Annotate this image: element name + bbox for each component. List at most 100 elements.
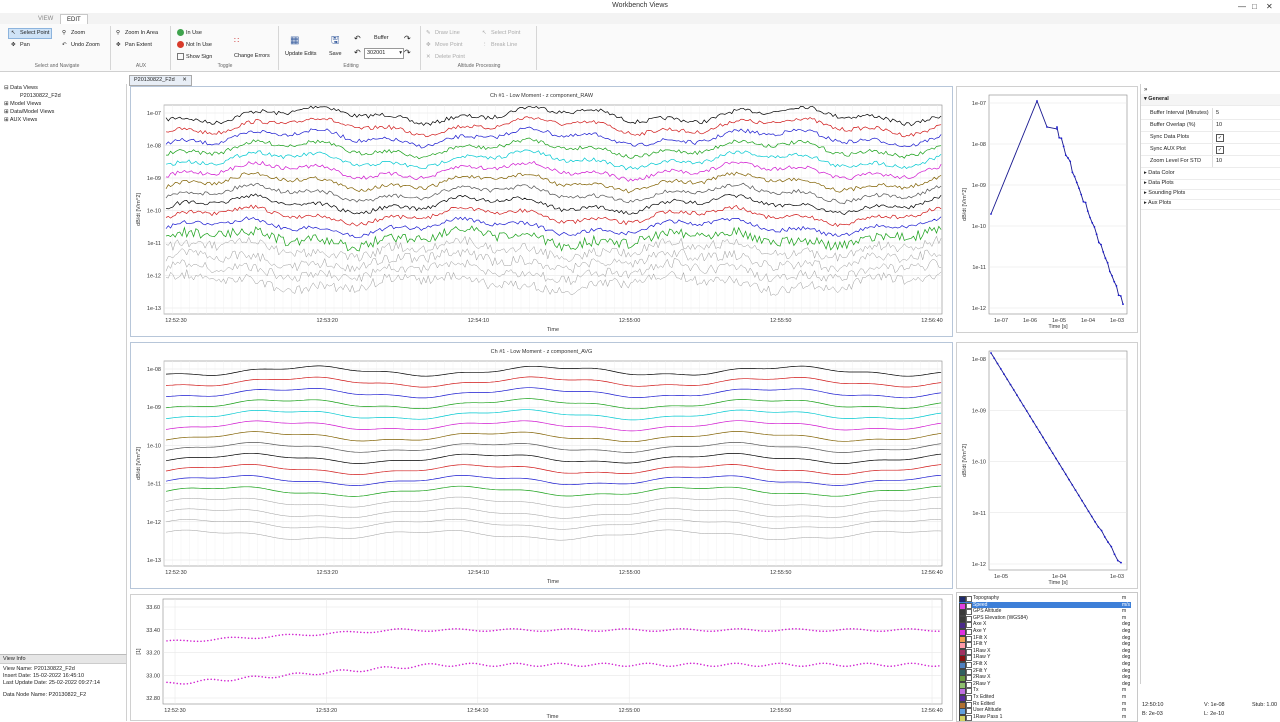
aux-point [931, 665, 933, 668]
property-buffer-interval[interactable]: Buffer Interval (Minutes) 5 [1141, 108, 1280, 120]
aux-chart[interactable]: Time [1] 33.60 33.40 33.20 33.00 32.80 12:52:30… [131, 595, 952, 720]
property-buffer-overlap[interactable]: Buffer Overlap (%) 10 [1141, 120, 1280, 132]
aux-point [693, 628, 695, 631]
aux-point [434, 663, 437, 665]
legend-item[interactable]: GPS Altitude m [959, 608, 1131, 617]
show-sign-checkbox[interactable]: Show Sign [177, 53, 212, 62]
legend-item[interactable]: 1Filt Y deg [959, 641, 1131, 650]
legend-item[interactable]: GPS Elevation (WGS84) m [959, 615, 1131, 623]
aux-point [489, 665, 491, 667]
pan-extent-button[interactable]: ✥ Pan Extent [116, 41, 152, 50]
tree-item-view[interactable]: P20130822_F2d [20, 93, 61, 99]
decay-avg-chart[interactable]: Time [s] dB/dt [V/m^2] 1e-08 1e-09 1e-10 1e-1… [957, 343, 1137, 588]
property-group-aux-plots[interactable]: ▸ Aux Plots [1141, 198, 1280, 210]
draw-line-button[interactable]: ✎ Draw Line [426, 29, 460, 38]
tree-item-aux-views[interactable]: ⊞ AUX Views [4, 117, 37, 123]
legend-item[interactable]: 2Filt Y deg [959, 667, 1131, 676]
aux-point [526, 664, 529, 666]
decay-point [1064, 473, 1067, 476]
move-point-button[interactable]: ✥ Move Point [426, 41, 463, 50]
in-use-button[interactable]: In Use [177, 29, 202, 38]
close-icon[interactable]: ✕ [182, 77, 187, 83]
aux-point [366, 631, 369, 634]
legend-item[interactable]: 1Raw Pass 1 m [959, 714, 1131, 721]
avg-chart[interactable]: Ch #1 - Low Moment - z component_AVG Time… [131, 343, 952, 588]
legend-item[interactable]: Tx Edited m [959, 694, 1131, 702]
aux-point [584, 665, 586, 667]
minimize-icon[interactable]: — [1238, 2, 1246, 11]
not-in-use-button[interactable]: Not In Use [177, 41, 212, 50]
pan-button[interactable]: ✥ Pan [11, 41, 30, 50]
save-button[interactable]: Save [329, 50, 342, 59]
raw-chart[interactable]: Ch #1 - Low Moment - z component_RAW Time… [131, 87, 952, 336]
aux-point [594, 630, 597, 632]
aux-point [836, 629, 838, 631]
aux-point [567, 628, 569, 630]
tree-item-model-views[interactable]: ⊞ Model Views [4, 101, 41, 107]
change-errors-button[interactable]: Change Errors [234, 52, 270, 61]
legend-item[interactable]: 1Raw X deg [959, 648, 1131, 656]
property-sync-data-plots[interactable]: Sync Data Plots ✓ [1141, 132, 1280, 144]
x-tick-label: 12:52:30 [165, 318, 186, 324]
view-info-row: Data Node Name: P20130822_F2 [3, 692, 87, 698]
property-zoom-level[interactable]: Zoom Level For STD 10 [1141, 156, 1280, 168]
legend-item[interactable]: 1Raw Y deg [959, 654, 1131, 663]
collapse-icon[interactable]: » [1144, 87, 1147, 93]
legend-item[interactable]: Axe Y deg [959, 628, 1131, 636]
legend-item[interactable]: 2Filt X deg [959, 661, 1131, 669]
tree-item-data-views[interactable]: ⊟ Data Views [4, 85, 38, 91]
update-edits-button[interactable]: Update Edits [285, 50, 317, 59]
undo-zoom-button[interactable]: ↶ Undo Zoom [62, 41, 100, 50]
aux-point [819, 662, 821, 665]
altitude-select-point-button[interactable]: ↖ Select Point [482, 29, 520, 38]
tree-item-data-model-views[interactable]: ⊞ Data/Model Views [4, 109, 54, 115]
delete-point-button[interactable]: ✕ Delete Point [426, 53, 465, 62]
checkbox-checked[interactable]: ✓ [1216, 146, 1224, 154]
aux-point [659, 664, 661, 666]
aux-point [870, 629, 872, 632]
legend-item[interactable]: 2Raw Y deg [959, 681, 1131, 689]
legend-item[interactable]: Tx m [959, 687, 1131, 696]
legend-item[interactable]: User Altitude m [959, 707, 1131, 716]
buffer-select[interactable]: 302001 ▾ [364, 48, 404, 59]
aux-point [621, 665, 624, 667]
buffer-next-icon[interactable]: ↷ [404, 34, 411, 43]
buffer-back-icon[interactable]: ↶ [354, 48, 361, 57]
aux-point [822, 630, 824, 632]
decay-point [1103, 536, 1106, 538]
buffer-forward-icon[interactable]: ↷ [404, 48, 411, 57]
zoom-button[interactable]: ⚲ Zoom [62, 29, 85, 38]
legend-item[interactable]: Rx Edited m [959, 701, 1131, 709]
decay-raw-chart[interactable]: Time [s] dB/dt [V/m^2] 1e-07 1e-08 1e-09 1e-1… [957, 87, 1137, 332]
property-sync-aux-plot[interactable]: Sync AUX Plot ✓ [1141, 144, 1280, 156]
aux-point [305, 634, 308, 637]
select-point-button[interactable]: ↖ Select Point [8, 28, 53, 39]
aux-point [241, 636, 243, 639]
status-l: L: 2e-10 [1204, 711, 1225, 717]
aux-point [247, 637, 250, 639]
legend-item[interactable]: 2Raw X deg [959, 674, 1131, 683]
zoom-in-area-button[interactable]: ⚲ Zoom In Area [116, 29, 158, 38]
document-tab[interactable]: P20130822_F2d ✕ [129, 75, 192, 86]
decay-point [1087, 510, 1090, 513]
properties-section[interactable]: ▾ General [1141, 94, 1280, 106]
maximize-icon[interactable]: □ [1252, 2, 1257, 11]
legend-item[interactable]: Speed m/s [959, 601, 1131, 610]
legend-unit: deg [1122, 667, 1131, 674]
legend-item[interactable]: 1Filt X deg [959, 634, 1131, 643]
buffer-prev-icon[interactable]: ↶ [354, 34, 361, 43]
aux-point [363, 670, 365, 673]
aux-point [771, 663, 773, 665]
legend-label: 1Filt X [973, 634, 988, 641]
checkbox-checked[interactable]: ✓ [1216, 134, 1224, 142]
legend-item[interactable]: Topography m [959, 595, 1131, 603]
tab-view[interactable]: VIEW [32, 14, 59, 24]
aux-point [179, 683, 182, 685]
aux-point [761, 665, 763, 667]
y-tick-label: 1e-12 [147, 520, 161, 526]
aux-point [900, 663, 903, 666]
break-line-button[interactable]: ⋮ Break Line [482, 41, 517, 50]
close-icon[interactable]: ✕ [1266, 2, 1273, 11]
legend-item[interactable]: Axe X deg [959, 621, 1131, 630]
aux-point [271, 676, 274, 679]
